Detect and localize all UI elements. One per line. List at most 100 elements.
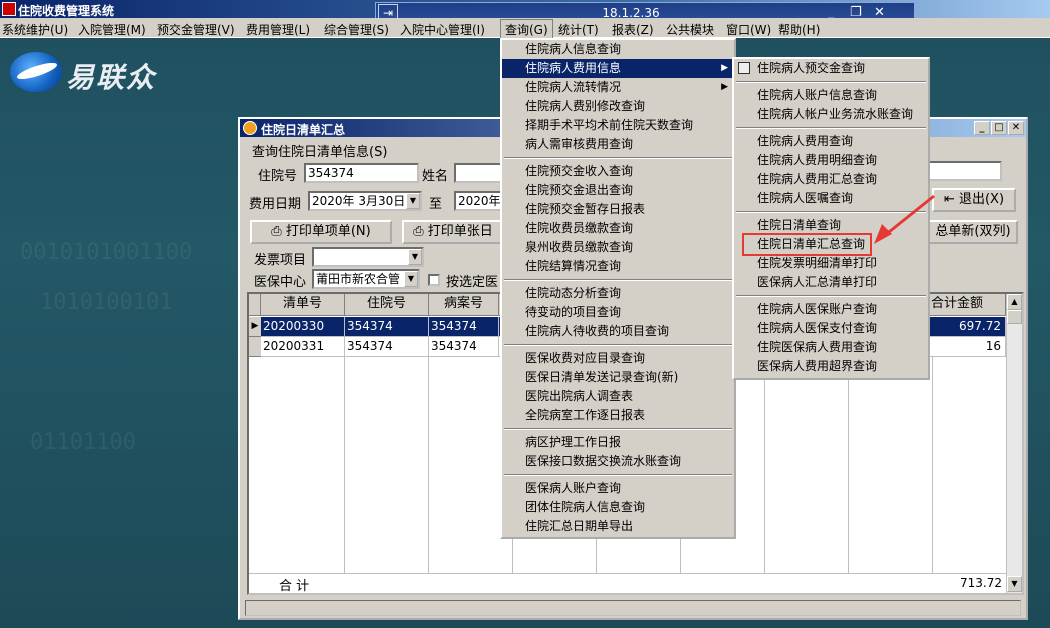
- close-icon[interactable]: ✕: [1008, 121, 1024, 135]
- exit-label: 退出(X): [958, 192, 1005, 207]
- menu-common[interactable]: 公共模块: [666, 21, 714, 38]
- menu-separator: [734, 124, 928, 132]
- query-group-label: 查询住院日清单信息(S): [252, 145, 388, 160]
- scroll-up-icon[interactable]: ▲: [1007, 294, 1022, 310]
- arrow-shaft: [883, 194, 935, 238]
- menu-admission[interactable]: 入院管理(M): [78, 21, 146, 38]
- query-menu-item[interactable]: 住院汇总日期单导出: [502, 517, 734, 536]
- fee-submenu-item[interactable]: 住院病人帐户业务流水账查询: [734, 105, 928, 124]
- cell-inpatient-no[interactable]: 354374: [345, 337, 429, 357]
- query-menu-item[interactable]: 病区护理工作日报: [502, 433, 734, 452]
- copy-icon: [738, 62, 750, 74]
- menu-query[interactable]: 查询(G): [500, 19, 553, 40]
- query-menu-item[interactable]: 住院结算情况查询: [502, 257, 734, 276]
- menu-separator: [502, 341, 734, 349]
- chevron-down-icon[interactable]: ▼: [404, 271, 418, 287]
- exit-icon: ⇤: [943, 192, 955, 207]
- menu-separator: [502, 471, 734, 479]
- query-menu-item[interactable]: 住院动态分析查询: [502, 284, 734, 303]
- menu-statistics[interactable]: 统计(T): [558, 21, 599, 38]
- menu-window[interactable]: 窗口(W): [726, 21, 771, 38]
- name-label: 姓名: [422, 169, 449, 184]
- query-menu-item[interactable]: 住院预交金收入查询: [502, 162, 734, 181]
- menu-deposit[interactable]: 预交金管理(V): [157, 21, 235, 38]
- fee-submenu-item[interactable]: 医保病人费用超界查询: [734, 357, 928, 376]
- menu-reports[interactable]: 报表(Z): [612, 21, 654, 38]
- footer-label: 合 计: [279, 579, 310, 594]
- extra-input[interactable]: [928, 161, 1002, 181]
- menu-separator: [734, 292, 928, 300]
- cell-case-no[interactable]: 354374: [429, 317, 499, 337]
- menu-fee[interactable]: 费用管理(L): [246, 21, 310, 38]
- query-menu-item[interactable]: 住院病人待收费的项目查询: [502, 322, 734, 341]
- query-menu-item[interactable]: 医保日清单发送记录查询(新): [502, 368, 734, 387]
- query-menu-item[interactable]: 住院病人费别修改查询: [502, 97, 734, 116]
- name-input[interactable]: [454, 163, 504, 183]
- column-header[interactable]: 住院号: [345, 294, 429, 316]
- fee-submenu-item[interactable]: 住院病人预交金查询: [734, 59, 928, 78]
- query-menu-item[interactable]: 团体住院病人信息查询: [502, 498, 734, 517]
- inpatient-no-label: 住院号: [258, 169, 298, 184]
- query-menu-item[interactable]: 医院出院病人调查表: [502, 387, 734, 406]
- column-header[interactable]: 清单号: [261, 294, 345, 316]
- query-menu-item[interactable]: 住院病人信息查询: [502, 40, 734, 59]
- fee-submenu-item[interactable]: 住院病人账户信息查询: [734, 86, 928, 105]
- scroll-thumb[interactable]: [1007, 310, 1022, 324]
- query-menu-item[interactable]: 病人需审核费用查询: [502, 135, 734, 154]
- query-menu-item[interactable]: 住院预交金暂存日报表: [502, 200, 734, 219]
- menu-help[interactable]: 帮助(H): [778, 21, 820, 38]
- cell-case-no[interactable]: 354374: [429, 337, 499, 357]
- fee-submenu-item[interactable]: 住院病人费用明细查询: [734, 151, 928, 170]
- exit-button[interactable]: ⇤ 退出(X): [932, 188, 1016, 212]
- query-menu-item[interactable]: 择期手术平均术前住院天数查询: [502, 116, 734, 135]
- summary-new-button[interactable]: 总单新(双列): [928, 220, 1018, 244]
- print-item-button[interactable]: ⎙ 打印单项单(N): [250, 220, 392, 244]
- query-menu-item[interactable]: 医保接口数据交换流水账查询: [502, 452, 734, 471]
- fee-submenu-item[interactable]: 住院病人医保账户查询: [734, 300, 928, 319]
- date-from-picker[interactable]: 2020年 3月30日: [308, 191, 422, 211]
- to-label: 至: [429, 197, 443, 212]
- query-menu-item[interactable]: 待变动的项目查询: [502, 303, 734, 322]
- app-icon: [2, 2, 16, 16]
- date-to-picker[interactable]: 2020年: [454, 191, 504, 211]
- column-header[interactable]: 病案号: [429, 294, 499, 316]
- cell-list-no[interactable]: 20200330: [261, 317, 345, 337]
- filter-checkbox[interactable]: [428, 274, 440, 286]
- cell-list-no[interactable]: 20200331: [261, 337, 345, 357]
- print-day-label: 打印单张日: [427, 224, 493, 239]
- menu-general[interactable]: 综合管理(S): [324, 21, 389, 38]
- query-menu: 住院病人信息查询 住院病人费用信息 ▶ 住院病人流转情况 ▶ 住院病人费别修改查询 择期手术…: [500, 38, 736, 539]
- print-day-button[interactable]: ⎙ 打印单张日: [402, 220, 504, 244]
- query-menu-item[interactable]: 医保病人账户查询: [502, 479, 734, 498]
- maximize-icon[interactable]: □: [991, 121, 1007, 135]
- row-header-corner: [249, 294, 261, 316]
- print-item-label: 打印单项单(N): [285, 224, 371, 239]
- minimize-icon[interactable]: _: [974, 121, 990, 135]
- fee-submenu-item[interactable]: 住院发票明细清单打印: [734, 254, 928, 273]
- highlight-callout: [742, 233, 872, 256]
- query-menu-item[interactable]: 住院收费员缴款查询: [502, 219, 734, 238]
- inpatient-no-input[interactable]: 354374: [304, 163, 419, 183]
- window-title: 住院日清单汇总: [261, 123, 346, 137]
- query-menu-item[interactable]: 住院预交金退出查询: [502, 181, 734, 200]
- query-menu-item[interactable]: 医保收费对应目录查询: [502, 349, 734, 368]
- arrow-head: [874, 224, 892, 244]
- menu-admission-center[interactable]: 入院中心管理(I): [400, 21, 485, 38]
- printer-icon: ⎙: [271, 224, 282, 239]
- cell-inpatient-no[interactable]: 354374: [345, 317, 429, 337]
- vertical-scrollbar[interactable]: ▲ ▼: [1006, 294, 1022, 593]
- background-pattern: 1010100101: [40, 290, 173, 315]
- fee-submenu-item[interactable]: 住院病人费用汇总查询: [734, 170, 928, 189]
- fee-submenu-item[interactable]: 住院医保病人费用查询: [734, 338, 928, 357]
- fee-submenu-item[interactable]: 住院病人费用查询: [734, 132, 928, 151]
- query-menu-item[interactable]: 住院病人费用信息 ▶: [502, 59, 734, 78]
- chevron-down-icon[interactable]: ▼: [408, 249, 422, 265]
- scroll-down-icon[interactable]: ▼: [1007, 576, 1022, 592]
- fee-submenu-item[interactable]: 医保病人汇总清单打印: [734, 273, 928, 292]
- query-menu-item[interactable]: 泉州收费员缴款查询: [502, 238, 734, 257]
- menu-system[interactable]: 系统维护(U): [2, 21, 68, 38]
- fee-submenu-item[interactable]: 住院病人医保支付查询: [734, 319, 928, 338]
- query-menu-item[interactable]: 住院病人流转情况 ▶: [502, 78, 734, 97]
- query-menu-item[interactable]: 全院病室工作逐日报表: [502, 406, 734, 425]
- chevron-down-icon[interactable]: ▼: [406, 193, 420, 209]
